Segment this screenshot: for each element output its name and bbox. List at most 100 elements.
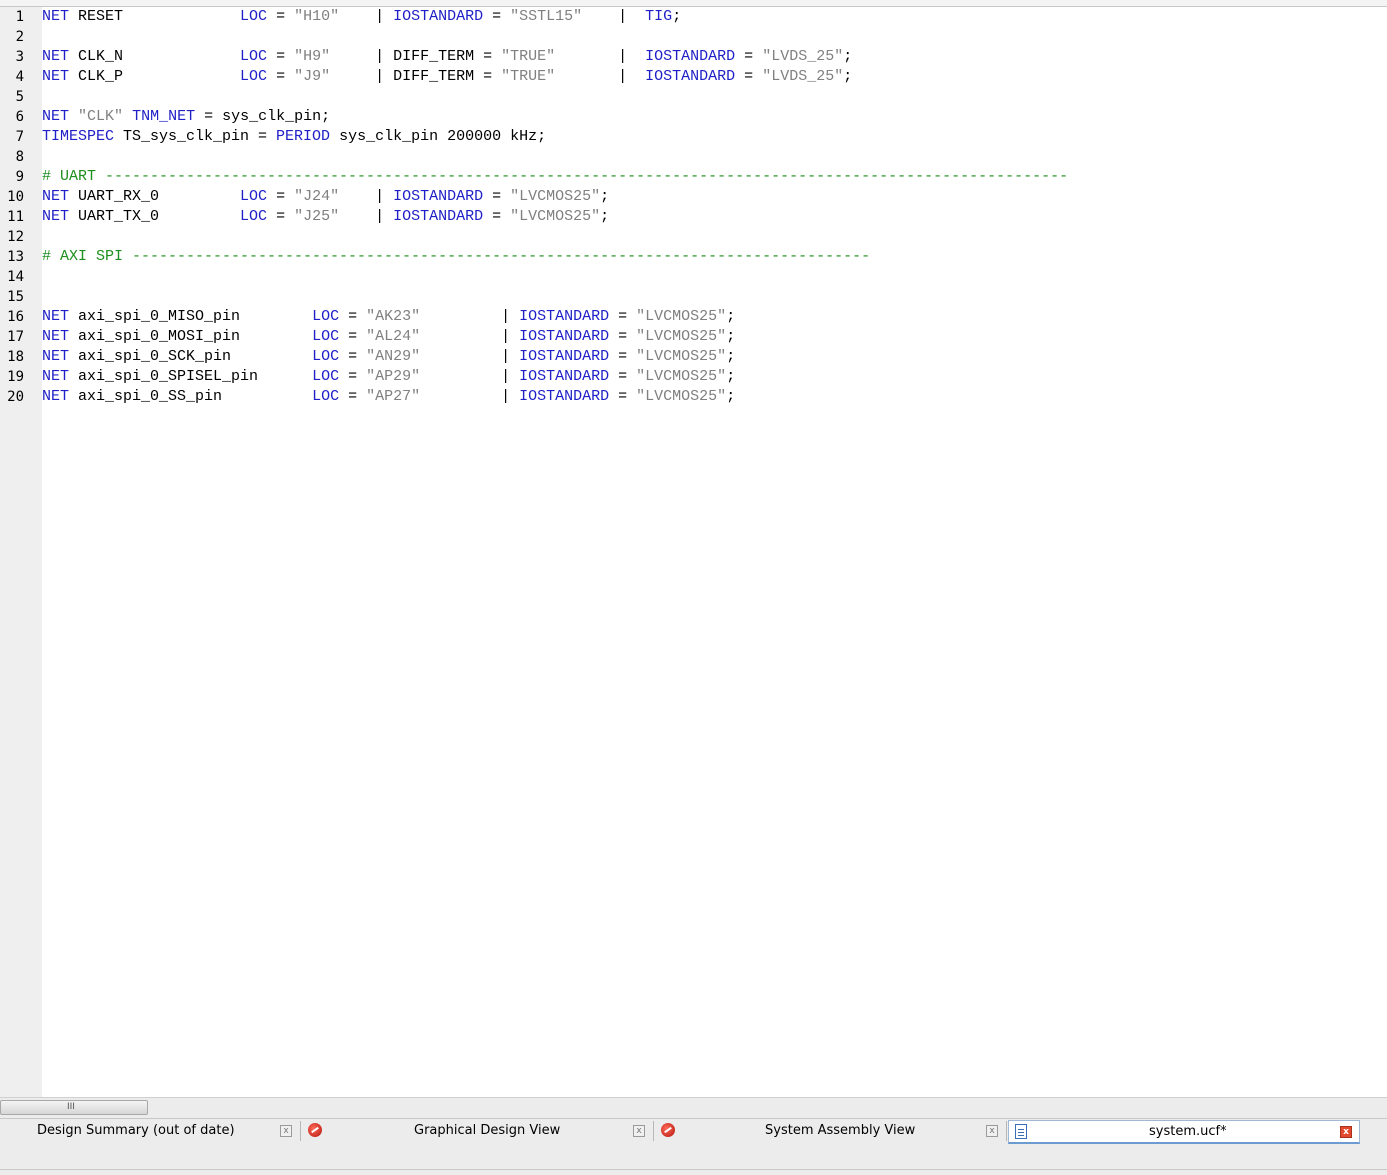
tab-system-ucf[interactable]: system.ucf* x xyxy=(1008,1120,1360,1144)
code-token: axi_spi_0_MOSI_pin xyxy=(69,328,313,345)
code-token: axi_spi_0_MISO_pin xyxy=(69,308,313,325)
code-token: = xyxy=(483,8,511,25)
code-line[interactable]: NET axi_spi_0_MOSI_pin LOC = "AL24" | IO… xyxy=(42,327,735,347)
close-icon[interactable]: x xyxy=(1340,1126,1352,1138)
tab-graphical-design-view[interactable]: Graphical Design View x xyxy=(302,1120,650,1144)
keyword-token: IOSTANDARD xyxy=(519,308,610,325)
code-token: | DIFF_TERM = xyxy=(330,68,502,85)
line-number: 8 xyxy=(15,149,24,165)
code-token: CLK_P xyxy=(69,68,241,85)
code-token: | xyxy=(582,8,646,25)
keyword-token: LOC xyxy=(312,388,340,405)
keyword-token: IOSTANDARD xyxy=(519,328,610,345)
close-icon[interactable]: x xyxy=(280,1125,292,1137)
code-token: ; xyxy=(726,308,736,325)
keyword-token: NET xyxy=(42,388,70,405)
string-token: "AP27" xyxy=(366,388,421,405)
code-token: = sys_clk_pin; xyxy=(195,108,331,125)
code-token: | xyxy=(420,368,520,385)
scrollbar-thumb[interactable]: III xyxy=(0,1100,148,1115)
code-editor[interactable]: 1 2 3 4 5 6 7 8 9 10 11 12 13 14 15 16 17 18 19 20 NET RESE… xyxy=(0,7,1387,1097)
code-line[interactable]: NET UART_RX_0 LOC = "J24" | IOSTANDARD =… xyxy=(42,187,609,207)
string-token: "AL24" xyxy=(366,328,421,345)
keyword-token: NET xyxy=(42,348,70,365)
keyword-token: NET xyxy=(42,8,70,25)
code-area[interactable]: NET RESET LOC = "H10" | IOSTANDARD = "SS… xyxy=(42,7,1382,1097)
code-token: UART_RX_0 xyxy=(69,188,241,205)
keyword-token: NET xyxy=(42,368,70,385)
string-token: "LVCMOS25" xyxy=(636,368,727,385)
code-line[interactable]: NET axi_spi_0_SPISEL_pin LOC = "AP29" | … xyxy=(42,367,735,387)
line-number: 10 xyxy=(7,189,24,205)
xps-app-icon xyxy=(661,1123,675,1137)
close-icon[interactable]: x xyxy=(986,1125,998,1137)
code-token: = xyxy=(267,208,295,225)
string-token: "LVDS_25" xyxy=(762,48,844,65)
code-token: = xyxy=(735,68,763,85)
close-icon[interactable]: x xyxy=(633,1125,645,1137)
code-token: | DIFF_TERM = xyxy=(330,48,502,65)
code-line[interactable]: NET RESET LOC = "H10" | IOSTANDARD = "SS… xyxy=(42,7,681,27)
code-line[interactable]: NET axi_spi_0_SS_pin LOC = "AP27" | IOST… xyxy=(42,387,735,407)
code-token: ; xyxy=(726,328,736,345)
line-number: 11 xyxy=(7,209,24,225)
keyword-token: TNM_NET xyxy=(132,108,196,125)
code-token: ; xyxy=(726,368,736,385)
code-token: ; xyxy=(600,188,610,205)
code-line[interactable]: NET CLK_N LOC = "H9" | DIFF_TERM = "TRUE… xyxy=(42,47,852,67)
code-token: = xyxy=(735,48,763,65)
code-line[interactable]: # AXI SPI ------------------------------… xyxy=(42,247,870,267)
code-line[interactable]: NET UART_TX_0 LOC = "J25" | IOSTANDARD =… xyxy=(42,207,609,227)
line-number: 1 xyxy=(15,9,24,25)
tab-label: System Assembly View xyxy=(765,1123,916,1138)
code-line[interactable]: NET "CLK" TNM_NET = sys_clk_pin; xyxy=(42,107,330,127)
code-token: TS_sys_clk_pin = xyxy=(114,128,277,145)
tab-separator xyxy=(300,1121,301,1141)
line-number: 15 xyxy=(7,289,24,305)
keyword-token: IOSTANDARD xyxy=(393,208,484,225)
line-number: 7 xyxy=(15,129,24,145)
line-number: 5 xyxy=(15,89,24,105)
line-number: 2 xyxy=(15,29,24,45)
string-token: "J9" xyxy=(294,68,331,85)
document-tab-bar: Design Summary (out of date) x Graphical… xyxy=(0,1118,1387,1146)
string-token: "LVCMOS25" xyxy=(636,388,727,405)
code-line[interactable]: NET CLK_P LOC = "J9" | DIFF_TERM = "TRUE… xyxy=(42,67,852,87)
code-token: axi_spi_0_SPISEL_pin xyxy=(69,368,313,385)
code-line[interactable]: NET axi_spi_0_SCK_pin LOC = "AN29" | IOS… xyxy=(42,347,735,367)
code-token: = xyxy=(267,188,295,205)
tab-system-assembly-view[interactable]: System Assembly View x xyxy=(655,1120,1003,1144)
string-token: "LVCMOS25" xyxy=(636,348,727,365)
string-token: "LVCMOS25" xyxy=(636,328,727,345)
keyword-token: IOSTANDARD xyxy=(393,8,484,25)
code-line[interactable]: TIMESPEC TS_sys_clk_pin = PERIOD sys_clk… xyxy=(42,127,546,147)
tab-design-summary[interactable]: Design Summary (out of date) x xyxy=(4,1120,298,1144)
line-number: 16 xyxy=(7,309,24,325)
keyword-token: NET xyxy=(42,68,70,85)
code-token: | xyxy=(420,308,520,325)
tab-label: Graphical Design View xyxy=(414,1123,561,1138)
keyword-token: NET xyxy=(42,208,70,225)
code-token: | xyxy=(555,68,646,85)
tab-label: Design Summary (out of date) xyxy=(37,1123,235,1138)
code-token: = xyxy=(339,328,367,345)
keyword-token: PERIOD xyxy=(276,128,331,145)
code-token: ; xyxy=(843,68,853,85)
document-icon xyxy=(1015,1124,1027,1139)
code-line[interactable]: NET axi_spi_0_MISO_pin LOC = "AK23" | IO… xyxy=(42,307,735,327)
code-token: UART_TX_0 xyxy=(69,208,241,225)
string-token: "CLK" xyxy=(78,108,124,125)
code-token: = xyxy=(339,368,367,385)
string-token: "LVCMOS25" xyxy=(636,308,727,325)
code-token: ; xyxy=(672,8,682,25)
string-token: "SSTL15" xyxy=(510,8,583,25)
code-token: RESET xyxy=(69,8,241,25)
code-token: ; xyxy=(726,348,736,365)
horizontal-scrollbar[interactable]: III xyxy=(0,1097,1387,1118)
keyword-token: IOSTANDARD xyxy=(393,188,484,205)
code-line[interactable]: # UART ---------------------------------… xyxy=(42,167,1068,187)
string-token: "AP29" xyxy=(366,368,421,385)
keyword-token: TIG xyxy=(645,8,673,25)
